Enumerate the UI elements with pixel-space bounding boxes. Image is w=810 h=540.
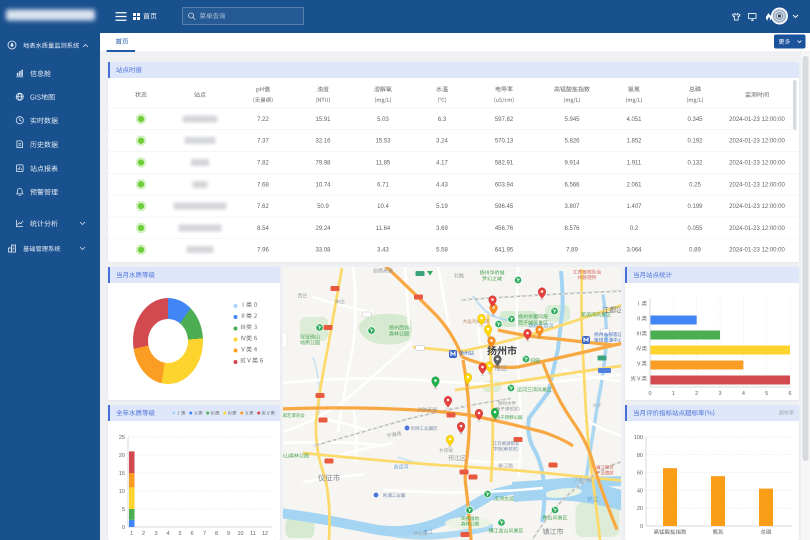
svg-text:5.19: 5.19 xyxy=(436,204,448,210)
svg-text:20: 20 xyxy=(637,506,643,512)
svg-text:7.37: 7.37 xyxy=(257,139,269,145)
svg-text:11: 11 xyxy=(250,531,256,537)
svg-text:4.43: 4.43 xyxy=(436,183,448,189)
svg-text:79.98: 79.98 xyxy=(315,161,331,167)
svg-text:32.16: 32.16 xyxy=(315,139,331,145)
svg-text:6.71: 6.71 xyxy=(377,183,389,189)
svg-text:10.4: 10.4 xyxy=(377,204,389,210)
svg-text:4: 4 xyxy=(166,531,169,537)
svg-text:15.91: 15.91 xyxy=(315,117,331,123)
svg-text:40: 40 xyxy=(637,489,643,495)
svg-text:0: 0 xyxy=(640,524,643,530)
svg-text:0: 0 xyxy=(648,391,651,397)
svg-text:456.76: 456.76 xyxy=(495,226,514,232)
svg-text:2.061: 2.061 xyxy=(626,183,642,189)
svg-text:6.3: 6.3 xyxy=(438,117,447,123)
svg-text:50.9: 50.9 xyxy=(317,204,329,210)
svg-text:5: 5 xyxy=(765,391,768,397)
svg-text:3.064: 3.064 xyxy=(626,248,642,254)
svg-text:7.96: 7.96 xyxy=(257,248,269,254)
svg-text:100: 100 xyxy=(634,435,643,441)
svg-text:3.69: 3.69 xyxy=(436,226,448,232)
svg-text:7.82: 7.82 xyxy=(257,161,269,167)
svg-text:5: 5 xyxy=(178,531,181,537)
svg-text:582.91: 582.91 xyxy=(495,161,514,167)
svg-text:25: 25 xyxy=(119,435,125,441)
svg-text:0.25: 0.25 xyxy=(689,183,701,189)
svg-text:7.89: 7.89 xyxy=(566,248,578,254)
svg-text:0: 0 xyxy=(122,525,125,531)
svg-text:4.051: 4.051 xyxy=(626,117,642,123)
svg-text:1: 1 xyxy=(130,531,133,537)
svg-text:9: 9 xyxy=(227,531,230,537)
svg-text:8: 8 xyxy=(215,531,218,537)
svg-text:3.24: 3.24 xyxy=(436,139,448,145)
svg-text:7: 7 xyxy=(203,531,206,537)
svg-text:5.03: 5.03 xyxy=(377,117,389,123)
svg-text:9.914: 9.914 xyxy=(564,161,580,167)
svg-text:0.89: 0.89 xyxy=(689,248,701,254)
svg-text:596.45: 596.45 xyxy=(495,204,514,210)
svg-text:8.576: 8.576 xyxy=(564,226,580,232)
svg-text:1: 1 xyxy=(672,391,675,397)
svg-text:11.85: 11.85 xyxy=(376,161,391,167)
svg-text:12: 12 xyxy=(262,531,268,537)
svg-text:29.24: 29.24 xyxy=(315,226,331,232)
svg-text:11.64: 11.64 xyxy=(376,226,391,232)
svg-text:3.43: 3.43 xyxy=(377,248,389,254)
svg-text:20: 20 xyxy=(119,453,125,459)
svg-text:5: 5 xyxy=(122,507,125,513)
svg-text:2: 2 xyxy=(695,391,698,397)
svg-text:0.2: 0.2 xyxy=(630,226,639,232)
svg-text:2024-01-23 12:00:00: 2024-01-23 12:00:00 xyxy=(729,226,785,232)
svg-text:6: 6 xyxy=(190,531,193,537)
svg-text:3: 3 xyxy=(154,531,157,537)
svg-text:3: 3 xyxy=(718,391,721,397)
svg-text:2024-01-23 12:00:00: 2024-01-23 12:00:00 xyxy=(729,183,785,189)
svg-text:7.22: 7.22 xyxy=(257,117,269,123)
svg-text:10: 10 xyxy=(237,531,243,537)
svg-text:603.94: 603.94 xyxy=(495,183,514,189)
svg-text:0.192: 0.192 xyxy=(687,139,703,145)
svg-text:33.08: 33.08 xyxy=(315,248,331,254)
svg-text:2024-01-23 12:00:00: 2024-01-23 12:00:00 xyxy=(729,117,785,123)
svg-text:8.54: 8.54 xyxy=(257,226,269,232)
svg-text:80: 80 xyxy=(637,453,643,459)
svg-text:2024-01-23 12:00:00: 2024-01-23 12:00:00 xyxy=(729,161,785,167)
svg-text:60: 60 xyxy=(637,471,643,477)
svg-text:2024-01-23 12:00:00: 2024-01-23 12:00:00 xyxy=(729,204,785,210)
svg-text:4: 4 xyxy=(742,391,745,397)
svg-text:5.945: 5.945 xyxy=(564,117,580,123)
svg-text:0.345: 0.345 xyxy=(687,117,703,123)
svg-text:15.53: 15.53 xyxy=(375,139,391,145)
svg-text:2024-01-23 12:00:00: 2024-01-23 12:00:00 xyxy=(729,139,785,145)
svg-text:6.566: 6.566 xyxy=(564,183,580,189)
svg-text:0.132: 0.132 xyxy=(687,161,703,167)
svg-text:1.911: 1.911 xyxy=(627,161,642,167)
svg-text:4.17: 4.17 xyxy=(436,161,448,167)
svg-text:570.13: 570.13 xyxy=(495,139,514,145)
svg-text:641.95: 641.95 xyxy=(495,248,514,254)
svg-text:5.58: 5.58 xyxy=(436,248,448,254)
svg-text:597.82: 597.82 xyxy=(495,117,514,123)
svg-text:6: 6 xyxy=(788,391,791,397)
svg-text:1.407: 1.407 xyxy=(626,204,642,210)
svg-text:5.826: 5.826 xyxy=(564,139,580,145)
svg-text:3.807: 3.807 xyxy=(564,204,580,210)
svg-text:10: 10 xyxy=(119,489,125,495)
svg-text:0.055: 0.055 xyxy=(687,226,703,232)
svg-text:2: 2 xyxy=(142,531,145,537)
svg-text:7.62: 7.62 xyxy=(257,204,269,210)
svg-text:2024-01-23 12:00:00: 2024-01-23 12:00:00 xyxy=(729,248,785,254)
svg-text:7.68: 7.68 xyxy=(257,183,269,189)
svg-text:10.74: 10.74 xyxy=(315,183,331,189)
svg-text:0.199: 0.199 xyxy=(687,204,703,210)
svg-text:1.852: 1.852 xyxy=(626,139,642,145)
svg-text:15: 15 xyxy=(119,471,125,477)
